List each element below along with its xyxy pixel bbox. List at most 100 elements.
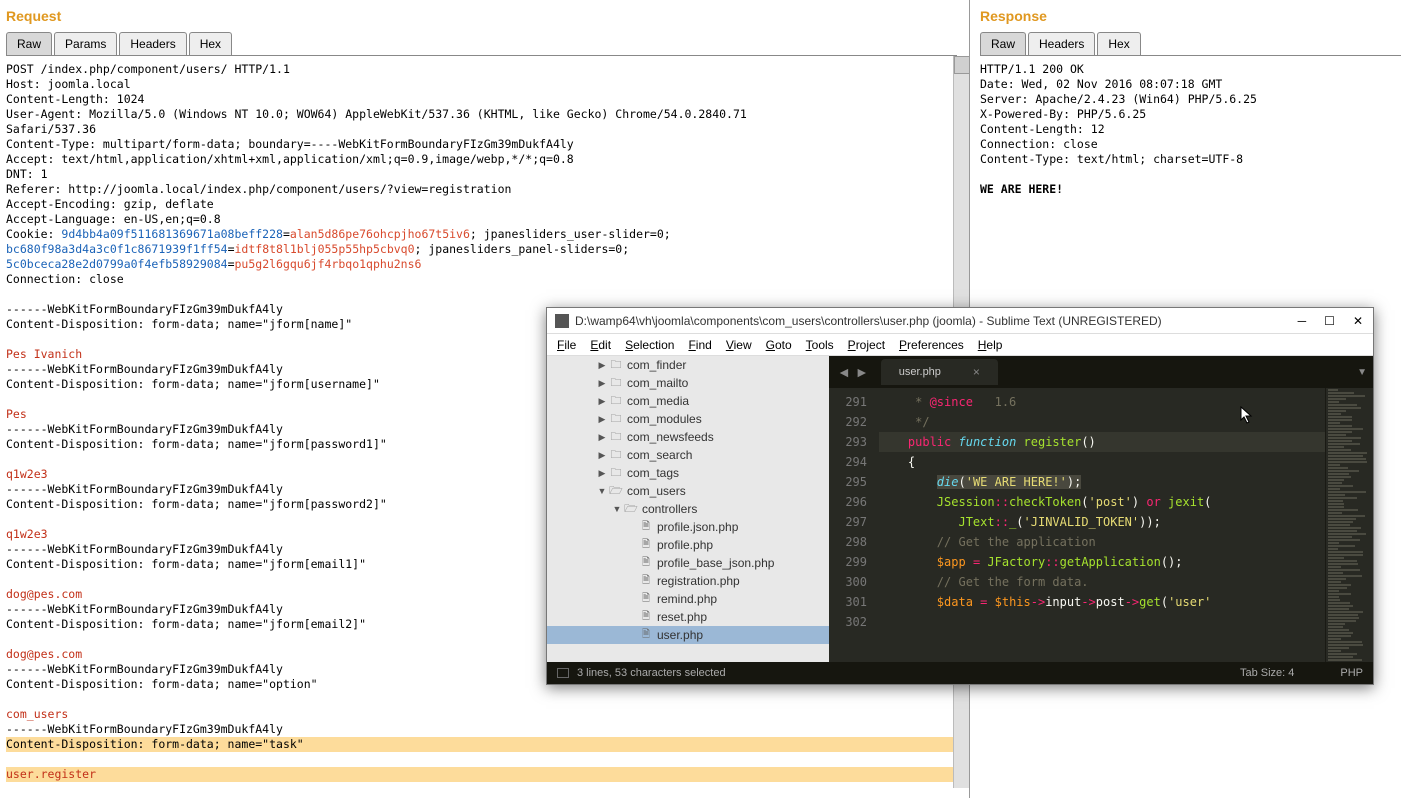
tree-folder[interactable]: ▼ controllers: [547, 500, 829, 518]
folder-icon: [609, 431, 623, 443]
tree-folder[interactable]: ▶ com_tags: [547, 464, 829, 482]
minimap[interactable]: [1325, 388, 1373, 662]
request-title: Request: [6, 8, 969, 24]
tree-file[interactable]: registration.php: [547, 572, 829, 590]
chevron-down-icon[interactable]: ▼: [1357, 367, 1367, 378]
tab-raw[interactable]: Raw: [980, 32, 1026, 55]
tree-label: registration.php: [657, 574, 740, 588]
file-icon: [639, 629, 653, 641]
folder-icon: [609, 359, 623, 371]
sublime-title-text: D:\wamp64\vh\joomla\components\com_users…: [575, 314, 1298, 328]
tree-label: user.php: [657, 628, 703, 642]
tree-label: com_users: [627, 484, 686, 498]
editor-tab-label: user.php: [899, 366, 941, 378]
status-tabsize[interactable]: Tab Size: 4: [1240, 667, 1294, 679]
menu-project[interactable]: Project: [848, 338, 885, 352]
file-icon: [639, 521, 653, 533]
expand-arrow-icon[interactable]: ▶: [597, 414, 607, 425]
tree-label: reset.php: [657, 610, 707, 624]
sublime-menubar: File Edit Selection Find View Goto Tools Projec…: [547, 334, 1373, 356]
status-language[interactable]: PHP: [1340, 667, 1363, 679]
tree-folder[interactable]: ▶ com_mailto: [547, 374, 829, 392]
menu-edit[interactable]: Edit: [590, 338, 611, 352]
tree-label: com_mailto: [627, 376, 688, 390]
tree-label: com_search: [627, 448, 692, 462]
tree-folder[interactable]: ▶ com_modules: [547, 410, 829, 428]
tab-raw[interactable]: Raw: [6, 32, 52, 55]
folder-icon: [609, 413, 623, 425]
tab-headers[interactable]: Headers: [119, 32, 186, 55]
maximize-button[interactable]: ☐: [1324, 314, 1335, 328]
expand-arrow-icon[interactable]: ▼: [597, 486, 607, 496]
menu-file[interactable]: File: [557, 338, 576, 352]
expand-arrow-icon[interactable]: ▶: [597, 432, 607, 443]
tree-file[interactable]: profile_base_json.php: [547, 554, 829, 572]
sublime-window: D:\wamp64\vh\joomla\components\com_users…: [546, 307, 1374, 685]
tree-label: com_finder: [627, 358, 686, 372]
file-tree[interactable]: ▶ com_finder ▶ com_mailto ▶ com_media ▶ com_mod…: [547, 356, 829, 662]
tree-folder[interactable]: ▶ com_newsfeeds: [547, 428, 829, 446]
line-gutter: 291292293294295296297298299300301302: [829, 388, 875, 662]
expand-arrow-icon[interactable]: ▶: [597, 396, 607, 407]
folder-icon: [609, 467, 623, 479]
tree-label: remind.php: [657, 592, 717, 606]
expand-arrow-icon[interactable]: ▼: [612, 504, 622, 514]
folder-icon: [609, 449, 623, 461]
tree-label: controllers: [642, 502, 697, 516]
request-tabbar: RawParamsHeadersHex: [6, 32, 957, 56]
expand-arrow-icon[interactable]: ▶: [597, 378, 607, 389]
expand-arrow-icon[interactable]: ▶: [597, 468, 607, 479]
tree-folder[interactable]: ▼ com_users: [547, 482, 829, 500]
response-tabbar: RawHeadersHex: [980, 32, 1401, 56]
file-icon: [639, 611, 653, 623]
menu-view[interactable]: View: [726, 338, 752, 352]
file-icon: [639, 593, 653, 605]
menu-selection[interactable]: Selection: [625, 338, 674, 352]
tab-headers[interactable]: Headers: [1028, 32, 1095, 55]
tab-hex[interactable]: Hex: [189, 32, 232, 55]
close-button[interactable]: ✕: [1353, 314, 1363, 328]
tree-file[interactable]: user.php: [547, 626, 829, 644]
expand-arrow-icon[interactable]: ▶: [597, 450, 607, 461]
tree-folder[interactable]: ▶ com_search: [547, 446, 829, 464]
tree-folder[interactable]: ▶ com_finder: [547, 356, 829, 374]
expand-arrow-icon[interactable]: ▶: [597, 360, 607, 371]
file-icon: [639, 575, 653, 587]
menu-tools[interactable]: Tools: [806, 338, 834, 352]
tree-file[interactable]: profile.php: [547, 536, 829, 554]
folder-icon: [609, 377, 623, 389]
tree-file[interactable]: profile.json.php: [547, 518, 829, 536]
code-view[interactable]: 291292293294295296297298299300301302 * @…: [829, 388, 1373, 662]
tree-folder[interactable]: ▶ com_media: [547, 392, 829, 410]
nav-forward-icon[interactable]: ►: [855, 364, 869, 380]
close-icon[interactable]: ×: [973, 365, 980, 379]
tree-file[interactable]: remind.php: [547, 590, 829, 608]
folder-icon: [624, 503, 638, 515]
file-icon: [639, 557, 653, 569]
status-selection: 3 lines, 53 characters selected: [577, 667, 726, 679]
sublime-titlebar[interactable]: D:\wamp64\vh\joomla\components\com_users…: [547, 308, 1373, 334]
tree-label: profile_base_json.php: [657, 556, 774, 570]
tree-label: com_newsfeeds: [627, 430, 714, 444]
folder-icon: [609, 395, 623, 407]
file-icon: [639, 539, 653, 551]
minimize-button[interactable]: ─: [1298, 314, 1307, 328]
code-lines[interactable]: * @since 1.6 */ public function register…: [875, 388, 1325, 662]
panel-icon[interactable]: [557, 668, 569, 678]
menu-find[interactable]: Find: [688, 338, 711, 352]
menu-goto[interactable]: Goto: [766, 338, 792, 352]
tree-file[interactable]: reset.php: [547, 608, 829, 626]
editor-area: ◄ ► user.php × ▼ 29129229329429529629729…: [829, 356, 1373, 662]
nav-back-icon[interactable]: ◄: [837, 364, 851, 380]
tab-hex[interactable]: Hex: [1097, 32, 1140, 55]
menu-help[interactable]: Help: [978, 338, 1003, 352]
tree-label: profile.php: [657, 538, 713, 552]
tab-params[interactable]: Params: [54, 32, 117, 55]
tree-label: com_tags: [627, 466, 679, 480]
tree-label: com_modules: [627, 412, 702, 426]
menu-preferences[interactable]: Preferences: [899, 338, 964, 352]
tree-label: com_media: [627, 394, 689, 408]
editor-tab[interactable]: user.php ×: [881, 359, 998, 385]
statusbar: 3 lines, 53 characters selected Tab Size…: [547, 662, 1373, 684]
folder-icon: [609, 485, 623, 497]
